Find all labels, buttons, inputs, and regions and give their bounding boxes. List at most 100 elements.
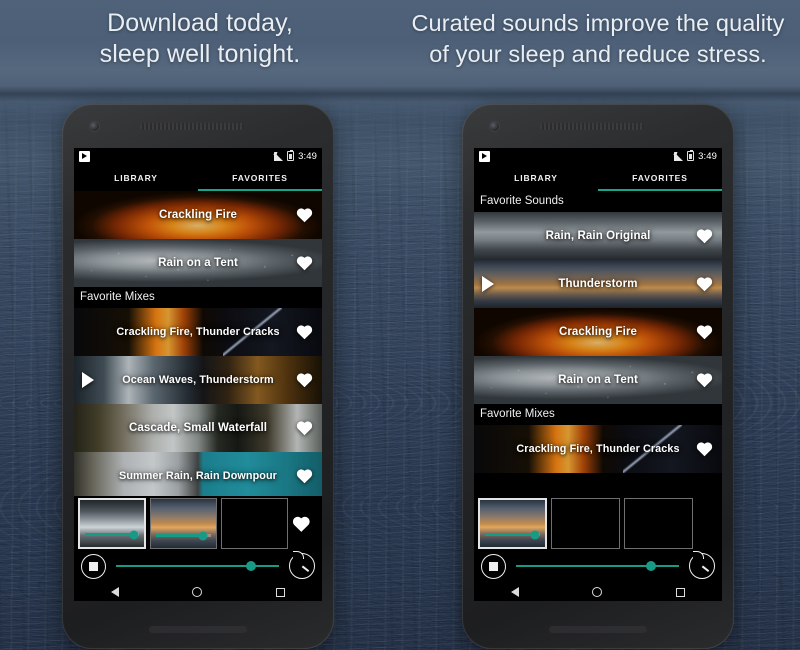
list-item-title: Rain on a Tent — [558, 374, 638, 386]
phone-chin-bar — [149, 626, 247, 633]
mixer-slot-artwork — [625, 499, 692, 548]
headline-line: Download today, — [107, 9, 293, 37]
list-item-title: Crackling Fire — [158, 209, 238, 221]
tab-library[interactable]: LIBRARY — [474, 164, 598, 191]
list-section-header: Favorite Mixes — [474, 404, 722, 425]
favorite-heart-icon[interactable] — [296, 255, 313, 271]
master-volume-knob[interactable] — [246, 561, 257, 571]
list-item-title: Summer Rain, Rain Downpour — [119, 470, 277, 482]
stop-square — [89, 561, 98, 571]
transport-bar — [474, 549, 722, 583]
list-item-title: Crackling Fire, Thunder Cracks — [116, 326, 280, 338]
list-item[interactable]: Thunderstorm — [474, 260, 722, 308]
tab-bar: LIBRARY FAVORITES — [474, 164, 722, 191]
favorites-list: Crackling Fire Rain on a Tent Favorite Mix… — [74, 191, 322, 500]
tab-bar: LIBRARY FAVORITES — [74, 164, 322, 191]
front-camera-icon — [90, 122, 99, 131]
home-icon[interactable] — [592, 587, 603, 597]
phone-chin-bar — [549, 626, 647, 633]
headline-line: Curated sounds improve the quality — [411, 10, 785, 36]
android-nav-bar — [74, 583, 322, 601]
home-icon[interactable] — [192, 587, 203, 597]
mixer-slot[interactable] — [220, 498, 289, 549]
recents-icon[interactable] — [676, 587, 686, 597]
mixer-slot-artwork — [221, 499, 288, 548]
list-item[interactable]: Rain, Rain Original — [474, 212, 722, 260]
list-item[interactable]: Crackling Fire — [74, 191, 322, 239]
master-volume-slider[interactable] — [116, 560, 279, 572]
list-item[interactable]: Summer Rain, Rain Downpour — [74, 452, 322, 500]
mixer-volume-slider[interactable] — [155, 531, 211, 540]
back-icon[interactable] — [110, 587, 119, 597]
list-item-title: Rain, Rain Original — [545, 230, 651, 242]
favorite-heart-icon[interactable] — [296, 207, 313, 223]
list-item[interactable]: Ocean Waves, Thunderstorm — [74, 356, 322, 404]
list-item-title: Crackling Fire — [558, 326, 638, 338]
signal-icon — [273, 151, 284, 161]
mixer-favorite-heart-icon[interactable] — [292, 515, 311, 533]
tab-favorites[interactable]: FAVORITES — [598, 164, 722, 191]
favorite-heart-icon[interactable] — [696, 228, 713, 244]
mixer-volume-fill — [85, 533, 135, 536]
list-item[interactable]: Rain on a Tent — [74, 239, 322, 287]
mixer-volume-slider[interactable] — [485, 530, 540, 539]
list-item-title: Thunderstorm — [558, 278, 638, 290]
mixer-volume-knob[interactable] — [198, 531, 208, 540]
list-item-title: Rain on a Tent — [158, 257, 238, 269]
stop-icon[interactable] — [481, 553, 506, 579]
mixer-slot[interactable] — [149, 498, 217, 549]
app-notification-icon — [79, 150, 90, 162]
list-section-header: Favorite Sounds — [474, 191, 722, 212]
sleep-timer-icon[interactable] — [689, 551, 715, 579]
favorite-heart-icon[interactable] — [296, 372, 313, 388]
favorite-heart-icon[interactable] — [296, 468, 313, 484]
tab-favorites[interactable]: FAVORITES — [198, 164, 322, 191]
status-bar-right: 3:49 — [673, 149, 717, 162]
signal-icon — [673, 151, 684, 161]
mixer-slot[interactable] — [478, 498, 547, 549]
phone-mockup-right: 3:49 LIBRARY FAVORITES Favorite Sounds Rain,… — [462, 104, 734, 649]
mixer-slot[interactable] — [551, 498, 620, 549]
mixer-slot[interactable] — [78, 498, 146, 549]
headline-line: of your sleep and reduce stress. — [429, 41, 767, 67]
recents-icon[interactable] — [276, 587, 286, 597]
list-item[interactable]: Crackling Fire, Thunder Cracks — [74, 308, 322, 356]
back-icon[interactable] — [510, 587, 519, 597]
favorite-heart-icon[interactable] — [696, 324, 713, 340]
mixer-volume-fill — [485, 533, 535, 536]
transport-bar — [74, 549, 322, 583]
favorite-heart-icon[interactable] — [696, 441, 713, 457]
battery-icon — [287, 149, 295, 161]
mixer-volume-fill — [155, 534, 204, 537]
favorite-heart-icon[interactable] — [696, 276, 713, 292]
list-item-title: Cascade, Small Waterfall — [128, 422, 268, 434]
headline-line: sleep well tonight. — [99, 40, 301, 68]
favorite-heart-icon[interactable] — [296, 324, 313, 340]
headline-left: Download today, sleep well tonight. — [8, 8, 392, 70]
favorite-heart-icon[interactable] — [696, 372, 713, 388]
favorite-heart-icon[interactable] — [296, 420, 313, 436]
tab-library[interactable]: LIBRARY — [74, 164, 198, 191]
list-section-header: Favorite Mixes — [74, 287, 322, 308]
status-bar-clock: 3:49 — [298, 150, 317, 162]
mixer-volume-slider[interactable] — [85, 530, 139, 539]
phone-mockup-left: 3:49 LIBRARY FAVORITES Crackling Fire Rain o… — [62, 104, 334, 649]
list-item[interactable]: Crackling Fire — [474, 308, 722, 356]
list-item[interactable]: Rain on a Tent — [474, 356, 722, 404]
mixer-slot[interactable] — [624, 498, 693, 549]
list-item[interactable]: Crackling Fire, Thunder Cracks — [474, 425, 722, 473]
earpiece-speaker-icon — [540, 123, 644, 130]
list-item[interactable]: Cascade, Small Waterfall — [74, 404, 322, 452]
master-volume-knob[interactable] — [646, 561, 657, 571]
status-bar: 3:49 — [74, 148, 322, 164]
front-camera-icon — [490, 122, 499, 131]
phone-screen-left[interactable]: 3:49 LIBRARY FAVORITES Crackling Fire Rain o… — [74, 148, 322, 601]
status-bar-right: 3:49 — [273, 149, 317, 162]
sleep-timer-icon[interactable] — [289, 551, 315, 579]
android-nav-bar — [474, 583, 722, 601]
phone-screen-right[interactable]: 3:49 LIBRARY FAVORITES Favorite Sounds Rain,… — [474, 148, 722, 601]
mixer-volume-knob[interactable] — [530, 530, 539, 539]
master-volume-slider[interactable] — [516, 560, 679, 572]
stop-icon[interactable] — [81, 553, 106, 579]
mixer-volume-knob[interactable] — [129, 530, 139, 539]
